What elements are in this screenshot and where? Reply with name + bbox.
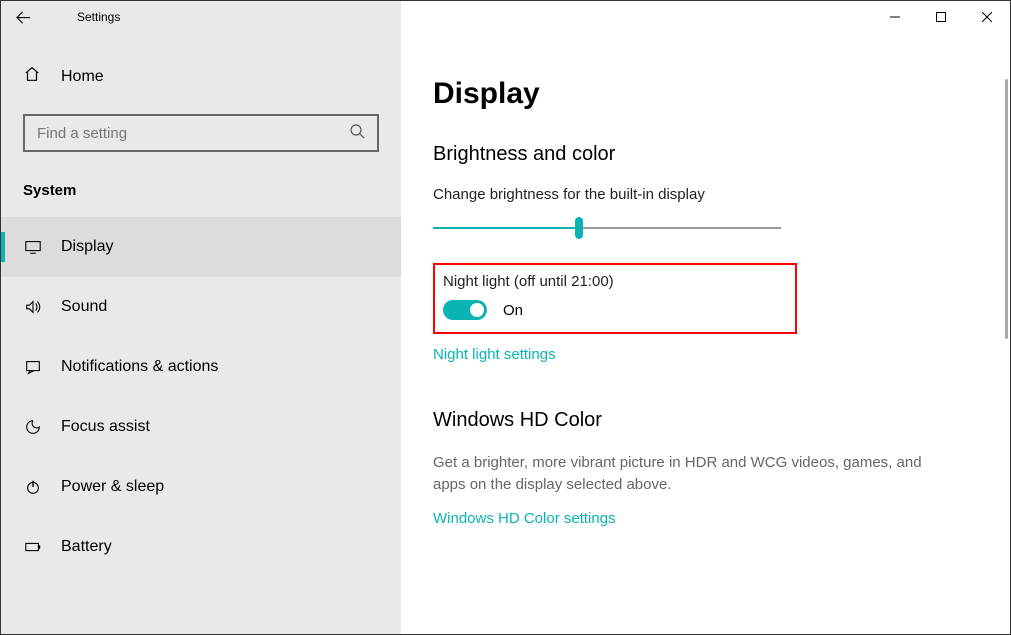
search-box[interactable] xyxy=(23,114,379,152)
sidebar-item-focus[interactable]: Focus assist xyxy=(1,397,401,457)
scrollbar-thumb[interactable] xyxy=(1005,79,1008,339)
sidebar-item-power[interactable]: Power & sleep xyxy=(1,457,401,517)
toggle-knob xyxy=(470,303,484,317)
sidebar-item-sound[interactable]: Sound xyxy=(1,277,401,337)
category-title: System xyxy=(1,170,401,217)
close-button[interactable] xyxy=(964,1,1010,33)
section-brightness-heading: Brightness and color xyxy=(433,143,978,166)
window-controls xyxy=(872,1,1010,33)
night-light-label: Night light (off until 21:00) xyxy=(443,273,783,290)
sidebar-item-display[interactable]: Display xyxy=(1,217,401,277)
hdcolor-settings-link[interactable]: Windows HD Color settings xyxy=(433,510,616,527)
focus-icon xyxy=(23,418,43,436)
minimize-icon xyxy=(890,12,900,22)
back-arrow-icon xyxy=(16,10,31,25)
battery-icon xyxy=(23,538,43,556)
maximize-button[interactable] xyxy=(918,1,964,33)
slider-thumb[interactable] xyxy=(575,217,583,239)
search-icon xyxy=(349,123,365,144)
slider-fill xyxy=(433,227,581,229)
sidebar: Home System Display Sound Notifications … xyxy=(1,33,401,634)
notifications-icon xyxy=(23,358,43,376)
content-area: Display Brightness and color Change brig… xyxy=(401,33,1010,634)
power-icon xyxy=(23,478,43,496)
night-light-toggle[interactable] xyxy=(443,300,487,320)
night-light-highlight: Night light (off until 21:00) On xyxy=(433,263,797,334)
night-light-settings-link[interactable]: Night light settings xyxy=(433,346,556,363)
sidebar-item-label: Display xyxy=(61,238,113,256)
sidebar-item-battery[interactable]: Battery xyxy=(1,517,401,577)
sidebar-item-notifications[interactable]: Notifications & actions xyxy=(1,337,401,397)
sidebar-item-label: Notifications & actions xyxy=(61,358,218,376)
maximize-icon xyxy=(936,12,946,22)
title-bar: Settings xyxy=(1,1,1010,33)
sidebar-item-label: Battery xyxy=(61,538,112,556)
home-nav[interactable]: Home xyxy=(1,57,401,100)
section-hdcolor-heading: Windows HD Color xyxy=(433,409,978,432)
home-label: Home xyxy=(61,68,104,86)
minimize-button[interactable] xyxy=(872,1,918,33)
back-button[interactable] xyxy=(1,1,45,33)
sidebar-item-label: Focus assist xyxy=(61,418,150,436)
sidebar-item-label: Power & sleep xyxy=(61,478,164,496)
toggle-state-label: On xyxy=(503,302,523,319)
close-icon xyxy=(982,12,992,22)
hdcolor-desc: Get a brighter, more vibrant picture in … xyxy=(433,452,953,496)
brightness-slider-label: Change brightness for the built-in displ… xyxy=(433,186,978,203)
sidebar-item-label: Sound xyxy=(61,298,107,316)
page-title: Display xyxy=(433,77,978,111)
sound-icon xyxy=(23,298,43,316)
search-input[interactable] xyxy=(37,125,349,142)
window-title: Settings xyxy=(77,10,120,24)
home-icon xyxy=(23,65,43,88)
display-icon xyxy=(23,238,43,256)
brightness-slider[interactable] xyxy=(433,217,781,239)
